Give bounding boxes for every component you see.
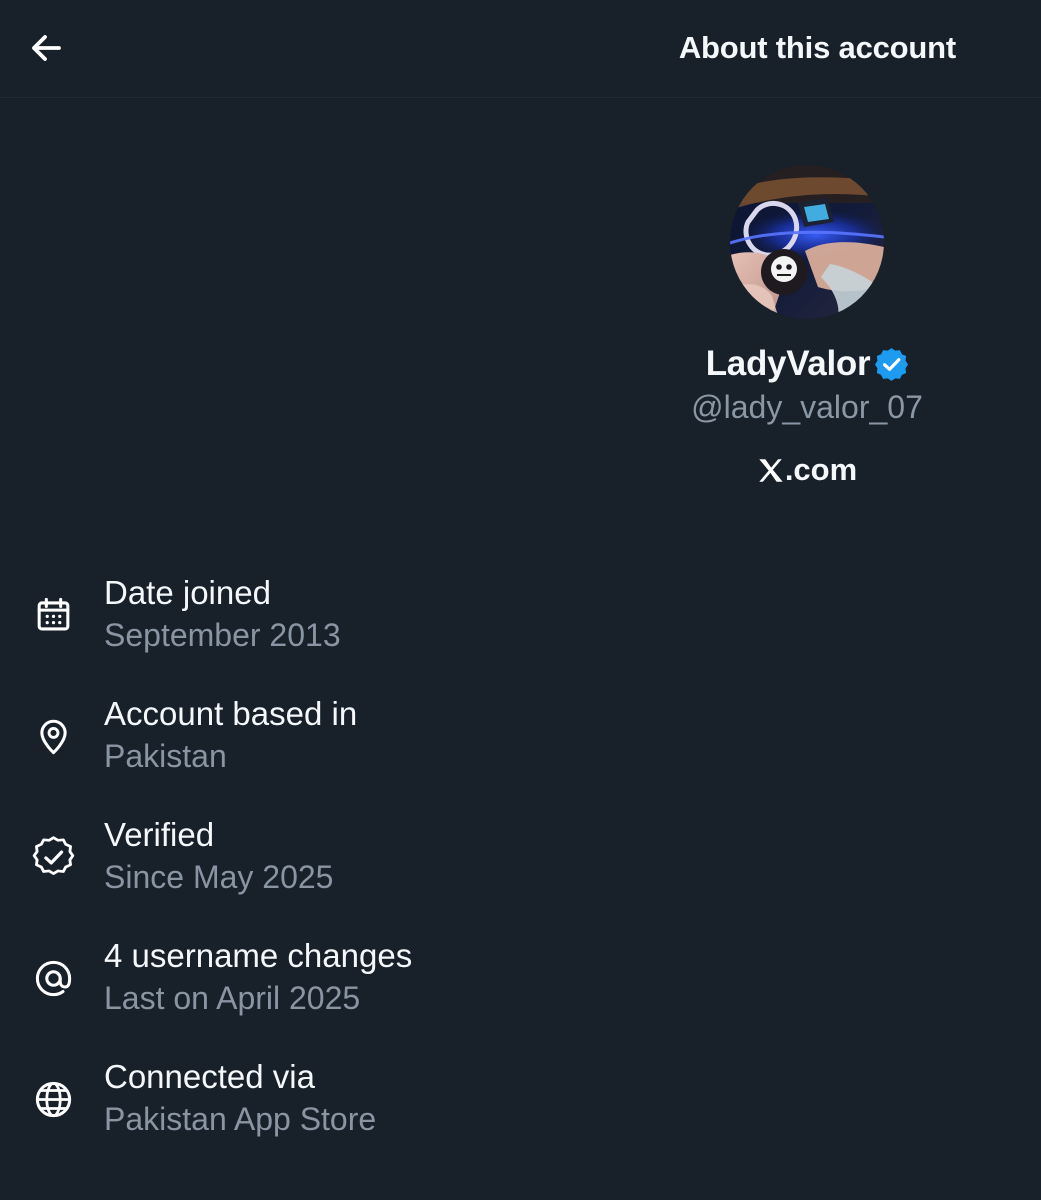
verified-check-icon bbox=[31, 835, 76, 880]
site-suffix: .com bbox=[784, 452, 858, 487]
detail-verified: Verified Since May 2025 bbox=[0, 814, 1041, 908]
detail-title: 4 username changes bbox=[104, 937, 413, 974]
detail-value: Pakistan bbox=[104, 738, 227, 774]
display-name: LadyValor bbox=[705, 344, 871, 383]
detail-date-joined: Date joined September 2013 bbox=[0, 572, 1041, 666]
detail-value: Since May 2025 bbox=[104, 859, 334, 895]
arrow-left-icon bbox=[26, 28, 66, 68]
profile-summary: LadyValor @lady_valor_07 .com bbox=[631, 160, 983, 500]
globe-icon bbox=[31, 1077, 76, 1122]
back-button[interactable] bbox=[18, 22, 74, 74]
detail-title: Connected via bbox=[104, 1058, 315, 1095]
detail-title: Date joined bbox=[104, 574, 271, 611]
detail-username-changes: 4 username changes Last on April 2025 bbox=[0, 935, 1041, 1029]
verified-badge-icon bbox=[875, 347, 909, 381]
calendar-icon bbox=[31, 593, 76, 638]
detail-title: Verified bbox=[104, 816, 215, 853]
site-label: .com bbox=[631, 450, 983, 490]
detail-account-location: Account based in Pakistan bbox=[0, 693, 1041, 787]
location-pin-icon bbox=[31, 714, 76, 759]
name-row: LadyValor bbox=[631, 340, 983, 388]
top-bar: About this account bbox=[0, 0, 1041, 98]
detail-value: September 2013 bbox=[104, 617, 341, 653]
page-title: About this account bbox=[678, 30, 956, 65]
avatar[interactable] bbox=[730, 165, 884, 319]
username-handle[interactable]: @lady_valor_07 bbox=[631, 387, 983, 427]
detail-connected-via: Connected via Pakistan App Store bbox=[0, 1056, 1041, 1150]
detail-value: Pakistan App Store bbox=[104, 1101, 377, 1137]
at-sign-icon bbox=[31, 956, 76, 1001]
account-details: Date joined September 2013 Account based… bbox=[0, 572, 1041, 1162]
detail-title: Account based in bbox=[104, 695, 358, 732]
detail-value: Last on April 2025 bbox=[104, 980, 361, 1016]
x-logo-icon bbox=[757, 457, 784, 484]
